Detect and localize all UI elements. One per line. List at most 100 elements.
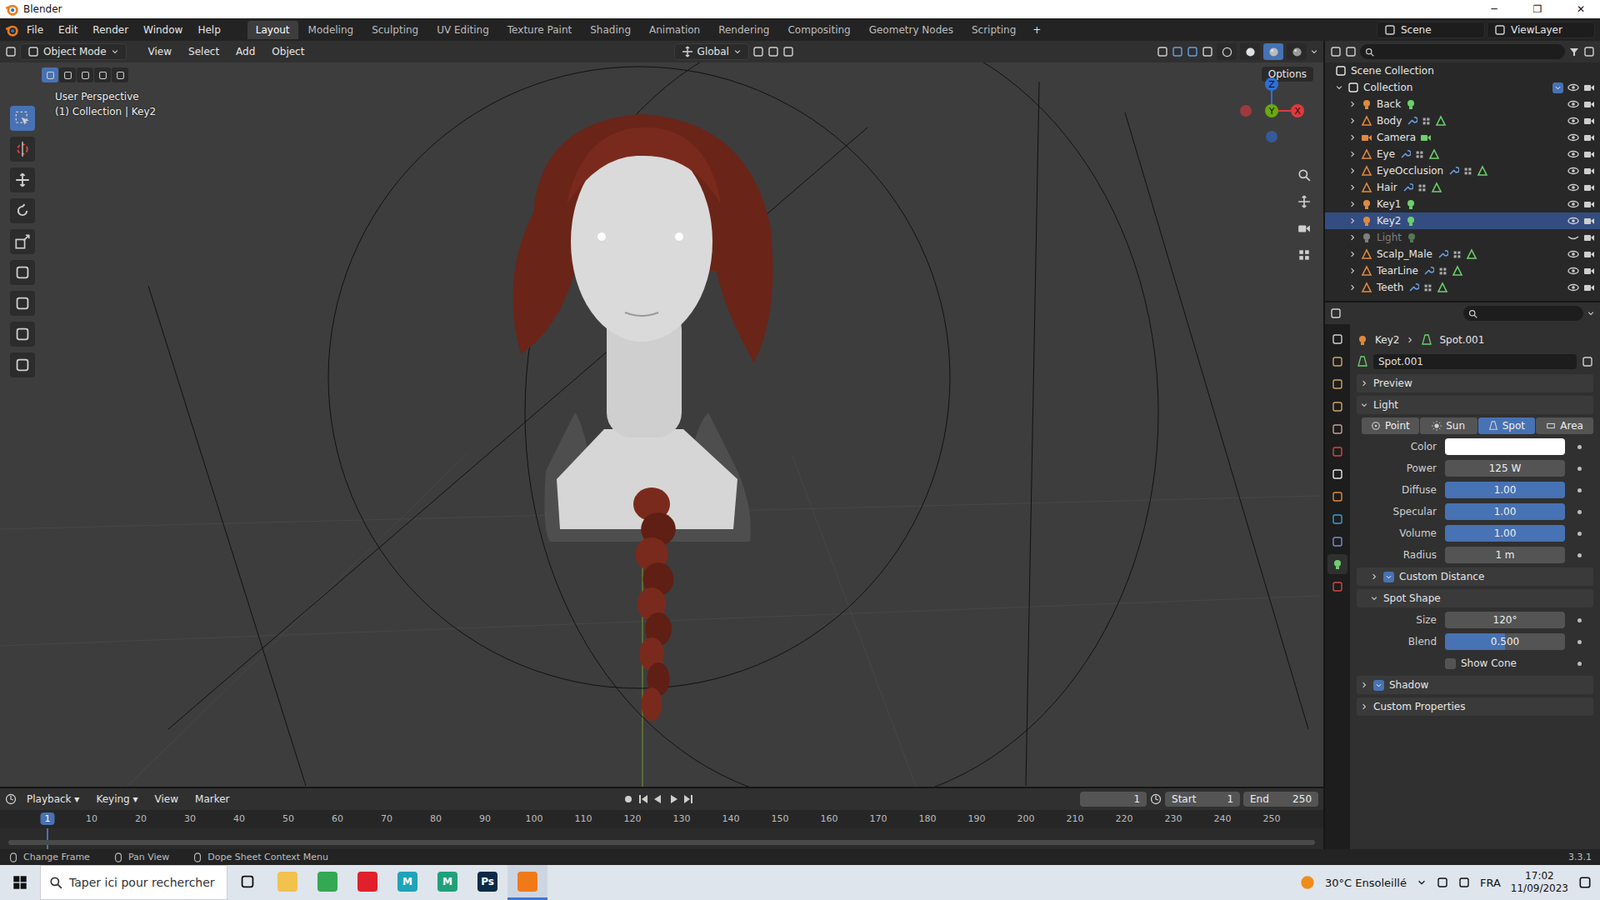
nav-button[interactable] — [1293, 217, 1315, 240]
viewport-menu-item[interactable]: View — [141, 43, 179, 60]
keyframe-dot[interactable] — [1577, 531, 1582, 536]
outliner-row[interactable]: Scene Collection — [1325, 62, 1600, 80]
eye-icon[interactable] — [1567, 131, 1580, 144]
editor-type-icon[interactable] — [1330, 307, 1342, 320]
viewport-canvas[interactable]: OptionsUser Perspective(1) Collection | … — [0, 62, 1324, 787]
taskbar-app[interactable] — [507, 865, 548, 900]
keyframe-dot[interactable] — [1577, 553, 1582, 558]
menu-item[interactable]: Window — [136, 21, 190, 39]
nav-button[interactable] — [1293, 244, 1315, 266]
camera-icon[interactable] — [1583, 148, 1595, 160]
gizmo-toggle-icon[interactable] — [1171, 45, 1184, 58]
panel-checkbox[interactable] — [1383, 571, 1395, 583]
chevron-down-icon[interactable] — [1335, 83, 1344, 92]
outliner-row[interactable]: Scalp_Male — [1325, 245, 1600, 263]
properties-tab[interactable] — [1327, 396, 1348, 417]
shading-button[interactable] — [1216, 43, 1237, 60]
keyframe-dot[interactable] — [1577, 488, 1582, 493]
snap-icon[interactable] — [767, 45, 780, 58]
visibility-icon[interactable] — [1156, 45, 1169, 58]
timeline-menu-item[interactable]: Keying ▾ — [89, 790, 145, 808]
end-frame-field[interactable]: End250 — [1243, 791, 1319, 807]
camera-icon[interactable] — [1583, 198, 1595, 210]
eye-icon[interactable] — [1567, 181, 1580, 194]
clock-icon[interactable] — [1150, 793, 1162, 805]
viewport-menu-item[interactable]: Add — [229, 43, 262, 60]
chevron-down-icon[interactable] — [1416, 877, 1427, 888]
properties-tab[interactable] — [1327, 554, 1348, 575]
frame-ruler[interactable]: 1102030405060708090100110120130140150160… — [0, 810, 1324, 829]
workspace-tab[interactable]: Rendering — [710, 20, 778, 40]
view-layer-selector[interactable]: ViewLayer — [1486, 21, 1595, 39]
blender-icon[interactable] — [5, 23, 19, 37]
properties-tab[interactable] — [1327, 374, 1348, 395]
panel-checkbox[interactable] — [1373, 680, 1385, 691]
mode-dropdown[interactable]: Object Mode — [20, 43, 127, 60]
camera-icon[interactable] — [1583, 98, 1595, 110]
funnel-icon[interactable] — [1568, 45, 1580, 58]
keyframe-dot[interactable] — [1577, 661, 1582, 666]
chevron-right-icon[interactable] — [1348, 233, 1357, 242]
select-mode-button[interactable] — [59, 67, 76, 83]
camera-icon[interactable] — [1583, 248, 1595, 260]
camera-icon[interactable] — [1583, 131, 1595, 144]
chevron-right-icon[interactable] — [1348, 200, 1357, 209]
menu-item[interactable]: Help — [190, 21, 227, 39]
outliner-row[interactable]: Light — [1325, 229, 1600, 246]
number-field[interactable]: 125 W — [1445, 460, 1565, 477]
workspace-tab[interactable]: Shading — [581, 20, 640, 40]
properties-tab[interactable] — [1327, 419, 1348, 440]
panel-header[interactable]: Light — [1356, 395, 1594, 415]
properties-tab[interactable] — [1327, 441, 1348, 462]
properties-tab[interactable] — [1327, 509, 1348, 530]
workspace-tab[interactable]: Layout — [247, 20, 299, 40]
taskbar-search[interactable]: Taper ici pour rechercher — [40, 865, 228, 900]
workspace-tab[interactable]: Modeling — [300, 20, 363, 40]
nav-button[interactable] — [1293, 164, 1315, 186]
keyframe-dot[interactable] — [1577, 445, 1582, 450]
pivot-icon[interactable] — [752, 45, 765, 58]
properties-tab[interactable] — [1327, 351, 1348, 372]
gizmo-axis[interactable]: X — [1290, 104, 1305, 118]
timeline-menu-item[interactable]: Playback ▾ — [20, 790, 86, 808]
chevron-down-icon[interactable] — [1586, 309, 1595, 318]
light-type-button[interactable]: Spot — [1478, 417, 1536, 435]
select-mode-button[interactable] — [76, 67, 94, 83]
subpanel-header[interactable]: Spot Shape — [1356, 589, 1594, 608]
tool-button[interactable] — [10, 167, 35, 193]
timeline-track[interactable] — [0, 828, 1324, 850]
chevron-right-icon[interactable] — [1348, 133, 1357, 142]
tool-button[interactable] — [10, 260, 35, 285]
chevron-right-icon[interactable] — [1348, 150, 1357, 159]
menu-item[interactable]: File — [20, 21, 50, 39]
eye-closed-icon[interactable] — [1567, 231, 1580, 244]
current-frame-field[interactable]: 1 — [1080, 791, 1147, 807]
proportional-icon[interactable] — [782, 45, 795, 58]
datablock-field[interactable]: Spot.001 — [1373, 354, 1577, 370]
chevron-right-icon[interactable] — [1348, 116, 1357, 125]
gizmo-axis[interactable]: Y — [1265, 104, 1279, 118]
notifications-icon[interactable] — [1578, 875, 1592, 890]
editor-type-icon[interactable] — [1330, 45, 1342, 58]
light-type-button[interactable]: Area — [1535, 417, 1594, 435]
camera-icon[interactable] — [1583, 165, 1595, 177]
taskbar-app[interactable]: M — [387, 865, 428, 900]
taskbar-app[interactable]: M — [427, 865, 468, 900]
eye-icon[interactable] — [1567, 248, 1580, 260]
outliner-row[interactable]: Eye — [1325, 145, 1600, 163]
slider-field[interactable]: 1.00 — [1445, 503, 1565, 520]
nav-button[interactable] — [1293, 190, 1315, 213]
gizmo-axis[interactable]: Z — [1265, 77, 1279, 91]
eye-icon[interactable] — [1567, 81, 1580, 94]
orientation-dropdown[interactable]: Global — [674, 43, 750, 60]
outliner-row[interactable]: Key2 — [1325, 212, 1600, 230]
outliner-row[interactable]: Hair — [1325, 179, 1600, 196]
eye-icon[interactable] — [1567, 165, 1580, 177]
eye-icon[interactable] — [1567, 98, 1580, 110]
eye-icon[interactable] — [1567, 148, 1580, 160]
collection-checkbox[interactable] — [1552, 82, 1564, 94]
light-type-button[interactable]: Point — [1361, 417, 1420, 435]
jump-start-icon[interactable] — [637, 793, 650, 805]
eye-icon[interactable] — [1567, 198, 1580, 210]
tool-button[interactable] — [10, 136, 35, 162]
